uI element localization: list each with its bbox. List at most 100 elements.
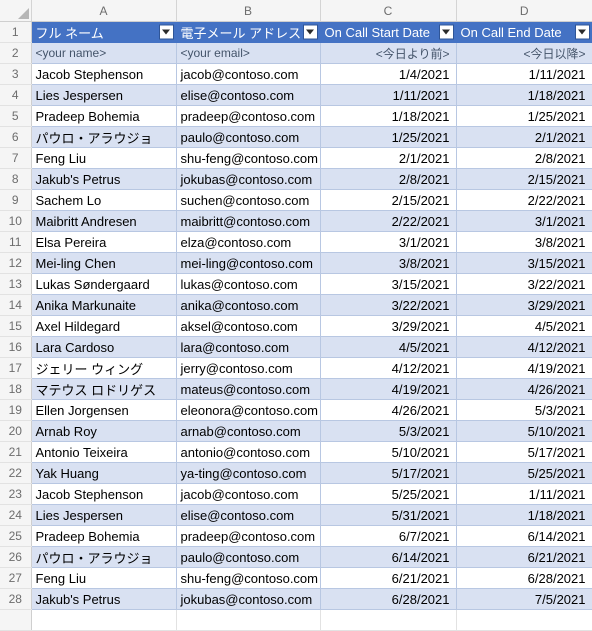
cell-full-name[interactable]: Lara Cardoso [31, 336, 177, 358]
cell-on-call-end-date[interactable]: 2/15/2021 [456, 168, 592, 190]
table-row[interactable]: 19 Ellen Jorgensen eleonora@contoso.com 4/2… [0, 399, 592, 421]
table-row[interactable]: 14 Anika Markunaite anika@contoso.com 3/22/… [0, 294, 592, 316]
cell-on-call-end-date[interactable]: 3/22/2021 [456, 273, 592, 295]
table-row[interactable]: 10 Maibritt Andresen maibritt@contoso.com 2… [0, 210, 592, 232]
table-row[interactable]: 6 パウロ・アラウジョ paulo@contoso.com 1/25/2021 2/1/… [0, 126, 592, 148]
row-number-17[interactable]: 17 [0, 357, 32, 379]
header-on-call-start-date[interactable]: On Call Start Date [320, 21, 457, 43]
cell-on-call-start-date[interactable]: 4/12/2021 [320, 357, 457, 379]
cell-full-name[interactable]: Lies Jespersen [31, 504, 177, 526]
cell-on-call-start-date[interactable]: 1/11/2021 [320, 84, 457, 106]
row-number-7[interactable]: 7 [0, 147, 32, 169]
row-number-6[interactable]: 6 [0, 126, 32, 148]
filter-dropdown-icon-4[interactable] [574, 24, 590, 40]
table-row[interactable]: 23 Jacob Stephenson jacob@contoso.com 5/25/… [0, 483, 592, 505]
cell-on-call-start-date[interactable]: 2/8/2021 [320, 168, 457, 190]
cell-email-address[interactable]: maibritt@contoso.com [176, 210, 321, 232]
row-number-24[interactable]: 24 [0, 504, 32, 526]
cell-on-call-end-date[interactable]: 1/11/2021 [456, 63, 592, 85]
cell-email-address[interactable]: jacob@contoso.com [176, 63, 321, 85]
row-number-3[interactable]: 3 [0, 63, 32, 85]
cell-full-name[interactable]: マテウス ロドリゲス [31, 378, 177, 400]
cell-full-name[interactable]: Anika Markunaite [31, 294, 177, 316]
cell-on-call-end-date[interactable]: 7/5/2021 [456, 588, 592, 610]
cell-on-call-end-date[interactable]: 5/25/2021 [456, 462, 592, 484]
filter-dropdown-icon-1[interactable] [158, 24, 174, 40]
cell-full-name[interactable]: パウロ・アラウジョ [31, 546, 177, 568]
table-row[interactable]: 7 Feng Liu shu-feng@contoso.com 2/1/2021 2/8… [0, 147, 592, 169]
cell-on-call-start-date[interactable]: 4/19/2021 [320, 378, 457, 400]
cell-email-address[interactable]: eleonora@contoso.com [176, 399, 321, 421]
cell-email-address[interactable]: elise@contoso.com [176, 504, 321, 526]
cell-on-call-start-date[interactable]: 6/14/2021 [320, 546, 457, 568]
header-email-address[interactable]: 電子メール アドレス [176, 21, 321, 43]
cell-email-address[interactable]: aksel@contoso.com [176, 315, 321, 337]
cell-full-name[interactable]: Pradeep Bohemia [31, 525, 177, 547]
cell-on-call-start-date[interactable]: 6/21/2021 [320, 567, 457, 589]
row-number-25[interactable]: 25 [0, 525, 32, 547]
cell-email-address[interactable]: jokubas@contoso.com [176, 168, 321, 190]
cell-full-name[interactable]: ジェリー ウィング [31, 357, 177, 379]
cell-on-call-end-date[interactable]: 6/14/2021 [456, 525, 592, 547]
row-number-8[interactable]: 8 [0, 168, 32, 190]
cell-full-name[interactable]: Lies Jespersen [31, 84, 177, 106]
row-number-10[interactable]: 10 [0, 210, 32, 232]
cell-on-call-start-date[interactable]: 5/17/2021 [320, 462, 457, 484]
row-number-4[interactable]: 4 [0, 84, 32, 106]
cell-full-name[interactable]: Antonio Teixeira [31, 441, 177, 463]
placeholder-email-cell[interactable]: <your email> [176, 42, 321, 64]
select-all-button[interactable] [0, 0, 32, 22]
cell-full-name[interactable]: Jakub's Petrus [31, 168, 177, 190]
table-row[interactable]: 9 Sachem Lo suchen@contoso.com 2/15/2021 2/2… [0, 189, 592, 211]
cell-on-call-start-date[interactable]: 2/1/2021 [320, 147, 457, 169]
cell-on-call-end-date[interactable]: 2/22/2021 [456, 189, 592, 211]
cell-on-call-end-date[interactable]: 6/21/2021 [456, 546, 592, 568]
row-number-12[interactable]: 12 [0, 252, 32, 274]
row-number-13[interactable]: 13 [0, 273, 32, 295]
cell-on-call-start-date[interactable]: 3/1/2021 [320, 231, 457, 253]
table-row[interactable]: 4 Lies Jespersen elise@contoso.com 1/11/202… [0, 84, 592, 106]
cell-full-name[interactable]: Jacob Stephenson [31, 63, 177, 85]
cell-full-name[interactable]: Jakub's Petrus [31, 588, 177, 610]
row-number-1[interactable]: 1 [0, 21, 32, 43]
cell-on-call-end-date[interactable]: 1/18/2021 [456, 84, 592, 106]
cell-on-call-end-date[interactable]: 5/3/2021 [456, 399, 592, 421]
cell-on-call-start-date[interactable]: 1/18/2021 [320, 105, 457, 127]
cell-on-call-end-date[interactable]: 4/5/2021 [456, 315, 592, 337]
column-header-b[interactable]: B [176, 0, 321, 22]
cell-email-address[interactable]: mei-ling@contoso.com [176, 252, 321, 274]
cell-full-name[interactable]: Maibritt Andresen [31, 210, 177, 232]
cell-email-address[interactable]: lukas@contoso.com [176, 273, 321, 295]
table-row[interactable]: 27 Feng Liu shu-feng@contoso.com 6/21/2021 6… [0, 567, 592, 589]
cell-full-name[interactable]: Sachem Lo [31, 189, 177, 211]
cell-on-call-end-date[interactable]: 6/28/2021 [456, 567, 592, 589]
table-row[interactable]: 5 Pradeep Bohemia pradeep@contoso.com 1/18/… [0, 105, 592, 127]
placeholder-end-date-cell[interactable]: <今日以降> [456, 42, 592, 64]
cell-on-call-end-date[interactable]: 4/26/2021 [456, 378, 592, 400]
row-number-16[interactable]: 16 [0, 336, 32, 358]
table-row[interactable]: 18 マテウス ロドリゲス mateus@contoso.com 4/19/2021 4… [0, 378, 592, 400]
cell-on-call-start-date[interactable]: 5/25/2021 [320, 483, 457, 505]
cell-email-address[interactable]: antonio@contoso.com [176, 441, 321, 463]
placeholder-start-date-cell[interactable]: <今日より前> [320, 42, 457, 64]
row-number-15[interactable]: 15 [0, 315, 32, 337]
cell-on-call-start-date[interactable]: 4/26/2021 [320, 399, 457, 421]
header-on-call-end-date[interactable]: On Call End Date [456, 21, 592, 43]
cell-on-call-end-date[interactable]: 4/12/2021 [456, 336, 592, 358]
row-number-9[interactable]: 9 [0, 189, 32, 211]
cell-email-address[interactable]: elise@contoso.com [176, 84, 321, 106]
cell-email-address[interactable]: paulo@contoso.com [176, 546, 321, 568]
cell-full-name[interactable]: Axel Hildegard [31, 315, 177, 337]
row-number-20[interactable]: 20 [0, 420, 32, 442]
table-row[interactable]: 24 Lies Jespersen elise@contoso.com 5/31/20… [0, 504, 592, 526]
table-row[interactable]: 17 ジェリー ウィング jerry@contoso.com 4/12/2021 4/1… [0, 357, 592, 379]
cell-full-name[interactable]: Mei-ling Chen [31, 252, 177, 274]
cell-on-call-end-date[interactable]: 5/10/2021 [456, 420, 592, 442]
cell-full-name[interactable]: Arnab Roy [31, 420, 177, 442]
cell-email-address[interactable]: jokubas@contoso.com [176, 588, 321, 610]
cell-on-call-end-date[interactable]: 3/15/2021 [456, 252, 592, 274]
row-number-14[interactable]: 14 [0, 294, 32, 316]
cell-on-call-start-date[interactable]: 1/25/2021 [320, 126, 457, 148]
cell-email-address[interactable]: jerry@contoso.com [176, 357, 321, 379]
cell-on-call-start-date[interactable]: 6/7/2021 [320, 525, 457, 547]
